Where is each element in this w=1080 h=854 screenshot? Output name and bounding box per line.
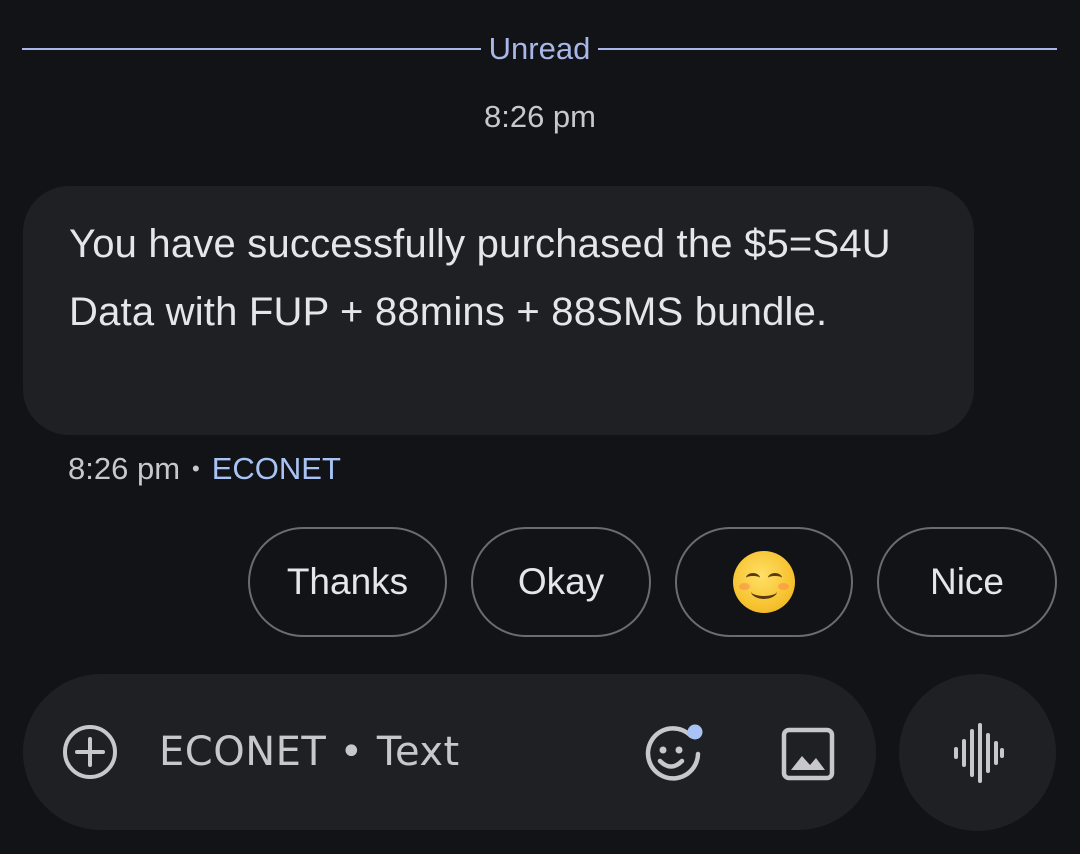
message-input[interactable]: ECONET • Text (159, 726, 460, 778)
divider-line-left (22, 48, 481, 50)
unread-divider: Unread (22, 28, 1057, 70)
message-meta: 8:26 pm • ECONET (68, 448, 341, 490)
voice-message-button[interactable] (899, 674, 1056, 831)
smart-reply-label: Okay (517, 561, 605, 602)
smiling-face-emoji-icon (733, 551, 795, 613)
voice-icon (953, 722, 1004, 783)
image-icon[interactable] (778, 724, 838, 784)
message-group-timestamp: 8:26 pm (483, 99, 596, 134)
new-badge-dot (687, 724, 703, 740)
add-icon[interactable] (62, 724, 118, 780)
smart-reply-okay[interactable]: Okay (471, 527, 651, 637)
message-time: 8:26 pm (68, 451, 181, 486)
smart-reply-emoji[interactable] (675, 527, 853, 637)
message-text: You have successfully purchased the $5=S… (69, 222, 891, 334)
emoji-icon[interactable] (641, 722, 705, 786)
message-sender: ECONET (211, 451, 341, 486)
meta-separator: • (192, 456, 200, 481)
conversation-screen: Unread 8:26 pm You have successfully pur… (0, 0, 1080, 854)
message-bubble[interactable]: You have successfully purchased the $5=S… (23, 186, 974, 435)
compose-bar: ECONET • Text (23, 674, 876, 830)
smart-reply-label: Thanks (286, 561, 409, 602)
smart-reply-nice[interactable]: Nice (877, 527, 1057, 637)
divider-line-right (598, 48, 1057, 50)
smart-reply-thanks[interactable]: Thanks (248, 527, 447, 637)
unread-label: Unread (488, 31, 591, 66)
smart-reply-label: Nice (929, 561, 1005, 602)
